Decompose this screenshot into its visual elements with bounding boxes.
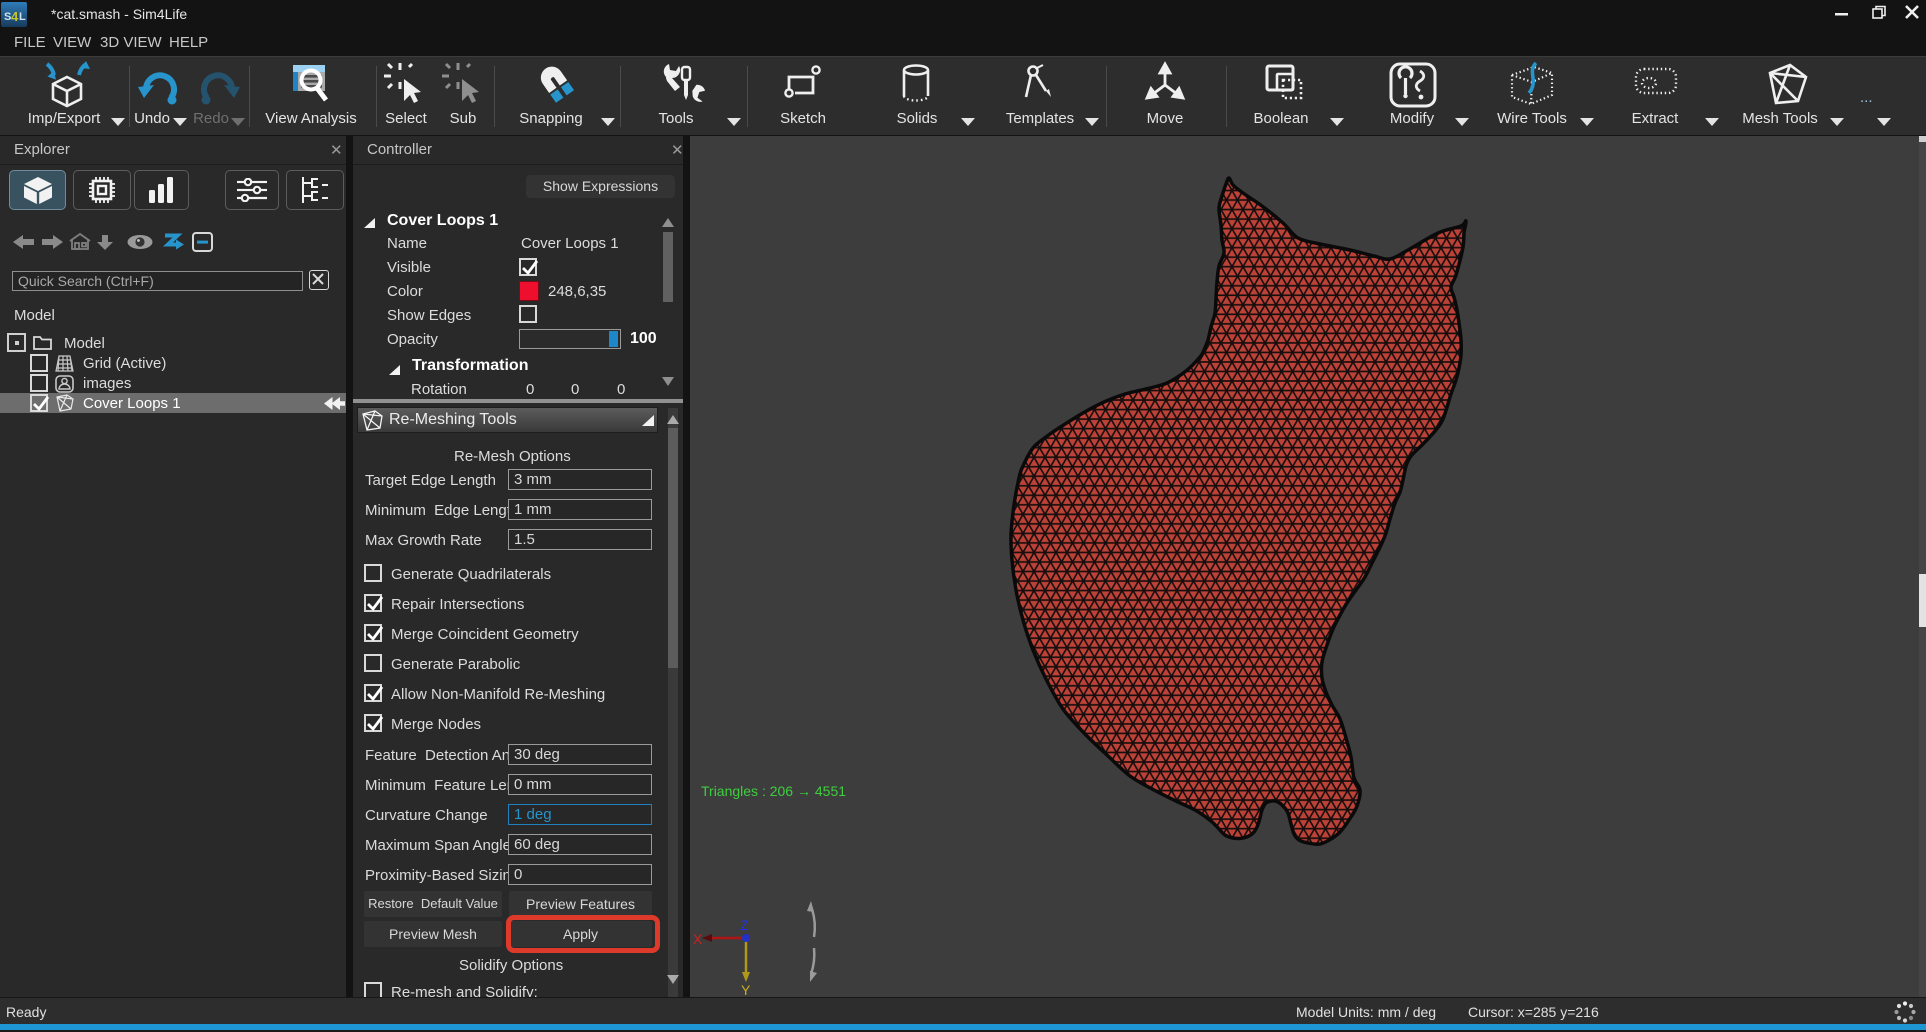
- svg-text:Y: Y: [741, 982, 751, 997]
- svg-text:4: 4: [11, 9, 19, 24]
- svg-text:L: L: [19, 11, 26, 23]
- svg-text:Z: Z: [740, 917, 749, 933]
- svg-text:X: X: [693, 931, 703, 947]
